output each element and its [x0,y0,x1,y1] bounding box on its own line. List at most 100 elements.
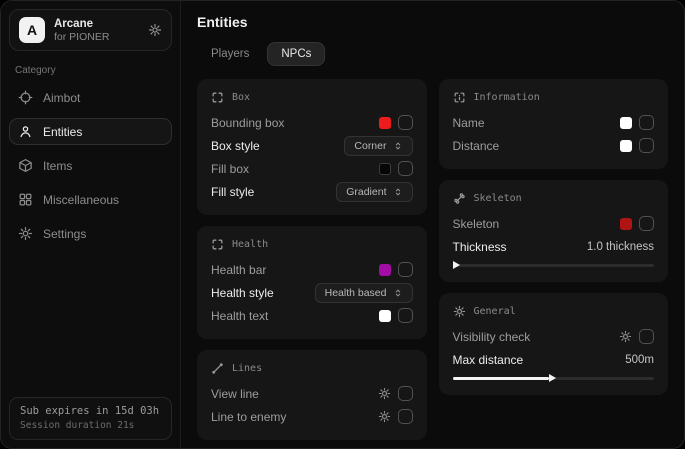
color-swatch[interactable] [379,264,391,276]
color-swatch[interactable] [620,117,632,129]
fill-box-checkbox[interactable] [398,161,413,176]
bounding-box-checkbox[interactable] [398,115,413,130]
sidebar-item-aimbot[interactable]: Aimbot [9,84,172,111]
sidebar-item-items[interactable]: Items [9,152,172,179]
slider-fill [453,377,550,380]
entities-icon [18,124,33,139]
row-label: Max distance [453,353,524,367]
logo-initial: A [27,22,37,38]
box-style-dropdown[interactable]: Corner [344,136,412,156]
name-checkbox[interactable] [639,115,654,130]
row-label: Fill style [211,185,254,199]
row-distance: Distance [453,134,655,157]
bone-icon [453,192,466,205]
view-line-checkbox[interactable] [398,386,413,401]
card-title: Information [474,92,540,103]
category-label: Category [15,65,166,76]
session-duration-text: Session duration 21s [20,420,161,431]
visibility-check-checkbox[interactable] [639,329,654,344]
card-general-header: General [453,305,655,318]
unfold-icon [393,288,403,298]
sidebar: A Arcane for PIONER Category Aimbot Enti… [1,1,181,448]
color-swatch[interactable] [379,163,391,175]
color-swatch[interactable] [379,310,391,322]
row-label: Health style [211,286,274,300]
card-skeleton: Skeleton Skeleton Thickness 1.0 thicknes… [439,180,669,282]
brand-subtitle: for PIONER [54,31,109,43]
gear-icon[interactable] [378,387,391,400]
distance-checkbox[interactable] [639,138,654,153]
health-bar-checkbox[interactable] [398,262,413,277]
card-lines-header: Lines [211,362,413,375]
card-title: Lines [232,363,262,374]
card-information: Information Name Distance [439,79,669,169]
dropdown-value: Gradient [346,186,386,198]
sidebar-item-miscellaneous[interactable]: Miscellaneous [9,186,172,213]
row-visibility-check: Visibility check [453,325,655,348]
color-swatch[interactable] [379,117,391,129]
crosshair-icon [18,90,33,105]
card-box-header: Box [211,91,413,104]
line-to-enemy-checkbox[interactable] [398,409,413,424]
unfold-icon [393,187,403,197]
grid-icon [18,192,33,207]
row-name: Name [453,111,655,134]
card-lines: Lines View line Line to enemy [197,350,427,440]
sidebar-item-label: Miscellaneous [43,193,119,207]
slider-handle[interactable] [549,374,556,382]
dropdown-value: Corner [354,140,386,152]
row-label: Health text [211,309,268,323]
row-label: Skeleton [453,217,500,231]
sidebar-item-settings[interactable]: Settings [9,220,172,247]
card-title: Skeleton [474,193,522,204]
row-fill-style: Fill style Gradient [211,180,413,203]
card-health-header: Health [211,238,413,251]
gear-icon[interactable] [619,330,632,343]
row-health-style: Health style Health based [211,281,413,304]
health-text-checkbox[interactable] [398,308,413,323]
sidebar-item-label: Settings [43,227,86,241]
row-view-line: View line [211,382,413,405]
row-label: Thickness [453,240,507,254]
card-title: Box [232,92,250,103]
row-line-to-enemy: Line to enemy [211,405,413,428]
sidebar-item-entities[interactable]: Entities [9,118,172,145]
thickness-slider[interactable] [453,261,655,270]
row-label: View line [211,387,259,401]
card-title: Health [232,239,268,250]
sidebar-item-label: Items [43,159,72,173]
row-box-style: Box style Corner [211,134,413,157]
brand-text: Arcane for PIONER [54,18,109,43]
scan-corners-icon [211,91,224,104]
gear-icon[interactable] [148,23,162,37]
skeleton-checkbox[interactable] [639,216,654,231]
app-logo: A [19,17,45,43]
left-column: Box Bounding box Box style Corner [197,79,427,440]
fill-style-dropdown[interactable]: Gradient [336,182,412,202]
health-style-dropdown[interactable]: Health based [315,283,413,303]
scan-corners-icon [211,238,224,251]
dropdown-value: Health based [325,287,387,299]
row-label: Distance [453,139,500,153]
row-label: Name [453,116,485,130]
row-max-distance: Max distance 500m [453,348,655,371]
tab-players[interactable]: Players [197,42,263,66]
card-title: General [474,306,516,317]
color-swatch[interactable] [620,140,632,152]
row-health-text: Health text [211,304,413,327]
page-title: Entities [197,14,668,30]
card-box: Box Bounding box Box style Corner [197,79,427,215]
slider-handle[interactable] [453,261,460,269]
max-distance-slider[interactable] [453,374,655,383]
package-icon [18,158,33,173]
row-label: Bounding box [211,116,284,130]
row-thickness: Thickness 1.0 thickness [453,235,655,258]
diagonal-line-icon [211,362,224,375]
tab-npcs[interactable]: NPCs [267,42,325,66]
tab-bar: Players NPCs [197,42,668,66]
color-swatch[interactable] [620,218,632,230]
sidebar-item-label: Entities [43,125,82,139]
gear-icon[interactable] [378,410,391,423]
row-label: Line to enemy [211,410,286,424]
app-window: A Arcane for PIONER Category Aimbot Enti… [0,0,685,449]
